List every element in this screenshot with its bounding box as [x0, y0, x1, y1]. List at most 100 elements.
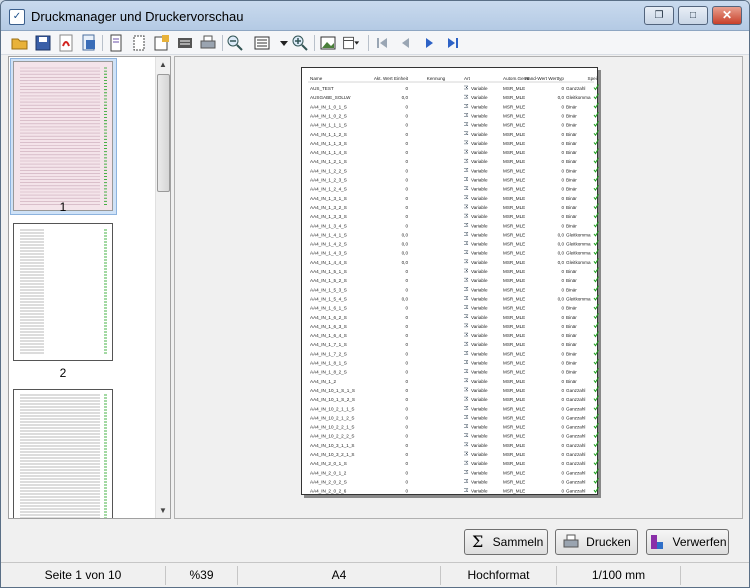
window-title: Druckmanager und Druckervorschau [31, 9, 244, 24]
saved-check-icon [593, 349, 599, 356]
layout-icon[interactable] [342, 34, 364, 52]
close-button[interactable]: ✕ [712, 6, 742, 25]
variable-type-icon [464, 113, 469, 117]
table-cell-value: 0 [405, 113, 408, 118]
variable-type-icon [464, 323, 469, 328]
open-folder-icon[interactable] [11, 34, 29, 52]
print-manager-window: ✓ Druckmanager und Druckervorschau ❐ □ ✕ [0, 0, 750, 588]
maximize-button[interactable]: □ [678, 6, 708, 25]
variable-type-icon [464, 341, 469, 346]
variable-type-icon [464, 94, 469, 99]
pdf-icon[interactable] [57, 34, 75, 52]
variable-type-icon [464, 140, 469, 145]
table-cell-value: 0 [405, 315, 408, 320]
table-cell-name: AA4_IN_1_7_2_S [310, 351, 347, 356]
table-cell-value-type: Binär [566, 159, 577, 164]
saved-check-icon [593, 230, 599, 237]
table-cell-device: MSR_MLE [503, 196, 525, 201]
prev-page-icon[interactable] [397, 34, 415, 52]
saved-check-icon [593, 102, 599, 109]
scroll-down-arrow[interactable]: ▼ [159, 506, 167, 515]
table-cell-value: 0 [405, 159, 408, 164]
new-page-icon[interactable] [130, 34, 148, 52]
table-cell-device: MSR_MLE [503, 187, 525, 192]
table-cell-value-type: Ganzzahl [566, 388, 585, 393]
print-icon[interactable] [199, 34, 217, 52]
variable-type-icon [464, 232, 469, 236]
table-cell-name: AA4_IN_2_0_2_6 [310, 489, 347, 494]
first-page-icon[interactable] [373, 34, 391, 52]
discard-button-label: Verwerfen [672, 535, 727, 549]
saved-check-icon [593, 441, 599, 448]
table-cell-value: 0 [405, 187, 408, 192]
zoom-in-icon[interactable] [291, 34, 309, 52]
thumbnail-scrollbar[interactable]: ▲ ▼ [155, 57, 170, 518]
saved-check-icon [593, 175, 599, 182]
table-cell-name: AA4_IN_1_6_3_S [310, 324, 347, 329]
table-cell-device: MSR_MLE [503, 86, 525, 91]
status-orientation: Hochformat [441, 566, 557, 585]
scroll-thumb[interactable] [157, 74, 170, 192]
zoom-out-icon[interactable] [226, 34, 244, 52]
view-mode-icon[interactable] [253, 34, 271, 52]
table-cell-name: AA4_IN_1_1_4_S [310, 150, 347, 155]
status-unit: 1/100 mm [557, 566, 681, 585]
table-cell-value-type: Gleitkomma [566, 95, 591, 100]
table-cell-device: MSR_MLE [503, 479, 525, 484]
page-thumbnail-3[interactable] [13, 389, 113, 518]
page-setup-icon[interactable] [107, 34, 125, 52]
table-cell-type: Variable [471, 443, 488, 448]
table-cell-value: 0,0 [402, 242, 409, 247]
variable-type-icon [464, 351, 469, 355]
table-cell-value: 0 [405, 196, 408, 201]
collect-button[interactable]: Σ Sammeln [464, 529, 548, 555]
table-cell-manual-value: 0 [561, 324, 564, 329]
print-setup-icon[interactable] [153, 34, 171, 52]
table-cell-value: 0 [405, 123, 408, 128]
image-icon[interactable] [319, 34, 337, 52]
sigma-icon: Σ [472, 532, 484, 551]
next-page-icon[interactable] [420, 34, 438, 52]
table-cell-manual-value: 0 [561, 406, 564, 411]
table-cell-device: MSR_MLE [503, 406, 525, 411]
variable-type-icon [464, 213, 469, 218]
table-cell-type: Variable [471, 415, 488, 420]
scroll-up-arrow[interactable]: ▲ [159, 60, 167, 69]
table-cell-value-type: Gleitkomma [566, 296, 591, 301]
table-cell-type: Variable [471, 434, 488, 439]
table-cell-manual-value: 0 [561, 489, 564, 494]
saved-check-icon [593, 93, 599, 100]
page-thumbnail-1[interactable] [13, 61, 113, 211]
restore-button[interactable]: ❐ [644, 6, 674, 25]
table-cell-device: MSR_MLE [503, 214, 525, 219]
table-cell-manual-value: 0 [561, 415, 564, 420]
table-cell-name: AA4_IN_2_0_1_S [310, 461, 347, 466]
table-cell-name: AA4_IN_1_4_2_S [310, 242, 347, 247]
variable-type-icon [464, 314, 469, 318]
table-cell-value-type: Binär [566, 370, 577, 375]
printer-config-icon[interactable] [176, 34, 194, 52]
dropdown-icon[interactable] [275, 34, 288, 52]
table-header-cell: Akt. Wert Einheit [374, 76, 409, 81]
discard-button[interactable]: Verwerfen [646, 529, 729, 555]
last-page-icon[interactable] [444, 34, 462, 52]
table-cell-value: 0,0 [402, 232, 409, 237]
print-button[interactable]: Drucken [555, 529, 638, 555]
table-cell-device: MSR_MLE [503, 470, 525, 475]
table-cell-manual-value: 0 [561, 306, 564, 311]
page-thumbnail-2[interactable] [13, 223, 113, 361]
table-cell-type: Variable [471, 324, 488, 329]
table-cell-manual-value: 0,0 [558, 232, 565, 237]
table-cell-manual-value: 0 [561, 388, 564, 393]
table-cell-value: 0,0 [402, 260, 409, 265]
table-cell-manual-value: 0,0 [558, 260, 565, 265]
variable-type-icon [464, 204, 469, 209]
print-preview-area[interactable]: Name Akt. Wert Einheit Kennung Art Autom.Ger… [174, 56, 743, 519]
table-cell-name: AA4_IN_1_5_4_S [310, 296, 347, 301]
save-icon[interactable] [34, 34, 52, 52]
table-cell-value-type: Binär [566, 287, 577, 292]
export-icon[interactable] [80, 34, 98, 52]
table-cell-device: MSR_MLE [503, 260, 525, 265]
table-cell-manual-value: 0,0 [558, 95, 565, 100]
toolbar [1, 31, 749, 55]
